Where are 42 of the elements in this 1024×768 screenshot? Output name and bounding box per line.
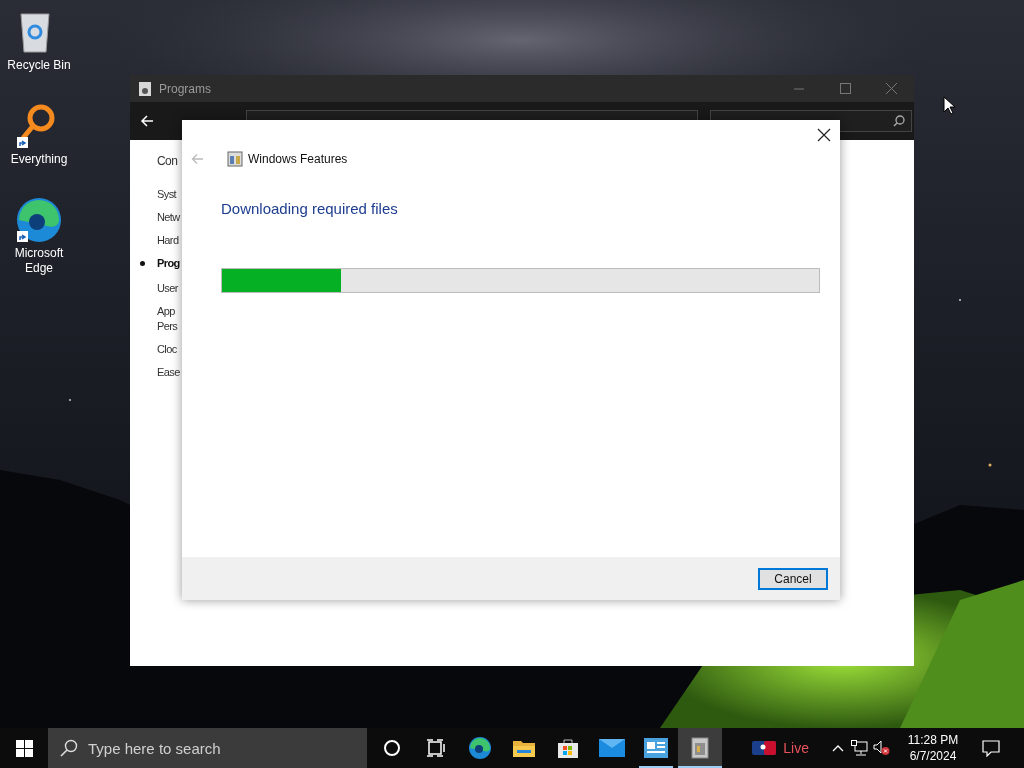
- desktop-icon-label[interactable]: Microsoft Edge: [2, 246, 76, 276]
- task-view-icon: [426, 739, 446, 757]
- chevron-up-icon[interactable]: [832, 744, 844, 752]
- search-box[interactable]: Type here to search: [48, 728, 367, 768]
- sidebar-link[interactable]: Hard: [157, 233, 179, 248]
- network-icon[interactable]: [851, 740, 868, 756]
- sidebar-heading: Con: [157, 154, 178, 169]
- sidebar-link[interactable]: App Pers: [157, 303, 178, 334]
- close-icon[interactable]: [817, 128, 831, 142]
- folder-icon: [512, 738, 536, 758]
- clock-time[interactable]: 11:28 PM: [907, 732, 959, 748]
- mouse-pointer-icon: [943, 96, 955, 115]
- news-live-label[interactable]: Live: [783, 737, 809, 759]
- features-icon: [691, 737, 709, 759]
- edge-icon: [468, 736, 492, 760]
- edge-icon[interactable]: [15, 196, 63, 244]
- volume-muted-icon[interactable]: [873, 740, 890, 756]
- control-panel-icon: [644, 738, 668, 758]
- baseball-logo-icon[interactable]: [752, 741, 777, 755]
- sidebar-link[interactable]: Cloc: [157, 341, 177, 357]
- envelope-icon: [599, 739, 625, 757]
- features-taskbar-button[interactable]: [678, 728, 722, 768]
- search-icon: [893, 115, 905, 127]
- window-title: Programs: [159, 80, 211, 98]
- sidebar-link[interactable]: User: [157, 280, 178, 296]
- dialog-heading: Downloading required files: [221, 199, 399, 219]
- dialog-title: Windows Features: [248, 151, 348, 168]
- features-icon: [227, 151, 243, 167]
- cortana-icon: [383, 739, 401, 757]
- desktop-icon-label[interactable]: Recycle Bin: [2, 58, 76, 73]
- notifications-icon[interactable]: [982, 739, 1000, 757]
- search-icon: [60, 739, 78, 757]
- sidebar-link[interactable]: Prog: [157, 256, 180, 271]
- sidebar-link[interactable]: Netw: [157, 210, 180, 225]
- sidebar-link[interactable]: Syst: [157, 187, 176, 202]
- window-app-icon: [138, 80, 152, 97]
- shopping-bag-icon: [557, 737, 579, 759]
- sidebar-link[interactable]: Ease: [157, 364, 180, 380]
- cancel-button[interactable]: Cancel: [758, 567, 828, 590]
- start-button[interactable]: [16, 739, 33, 757]
- clock-date[interactable]: 6/7/2024: [909, 748, 957, 764]
- desktop-icon-label[interactable]: Everything: [2, 152, 76, 167]
